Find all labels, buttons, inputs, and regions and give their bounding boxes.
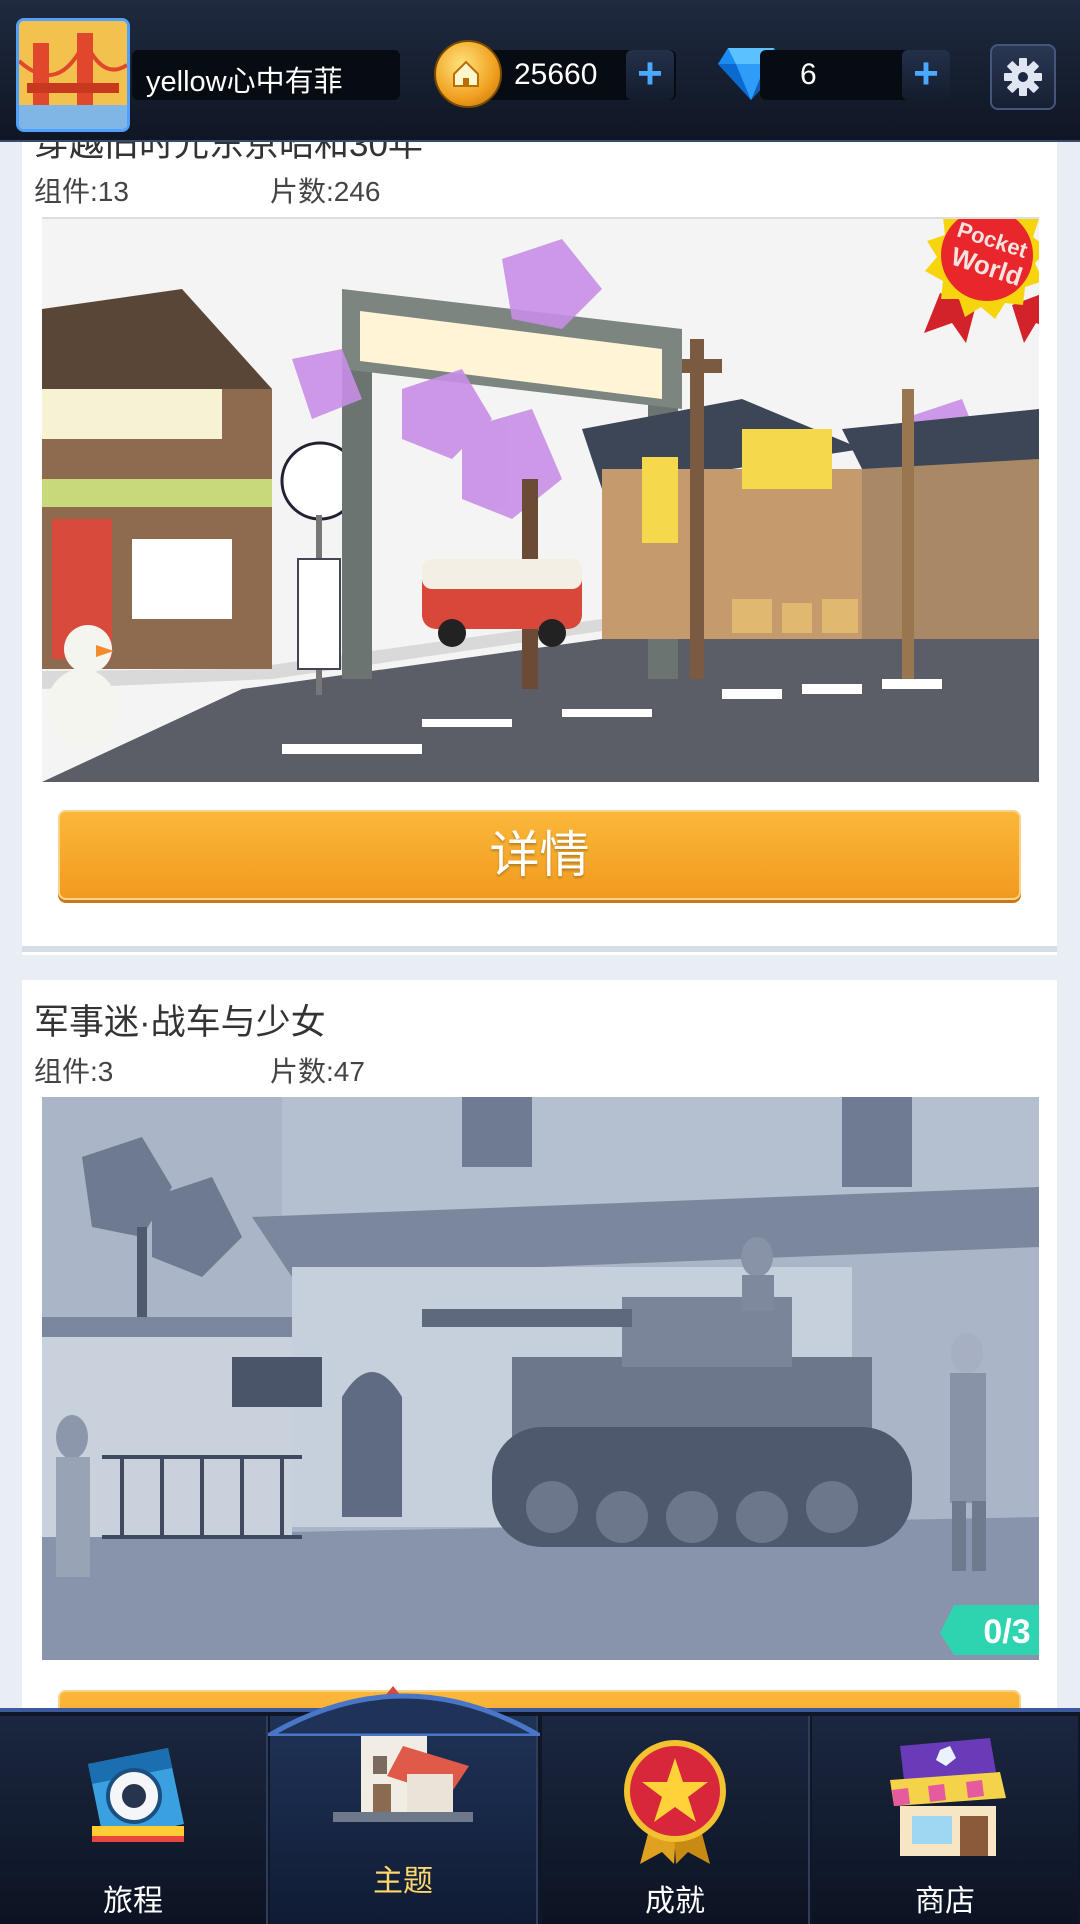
theme-image-tank-girl[interactable]: 0/3: [42, 1097, 1039, 1660]
theme-image-tokyo-street[interactable]: Pocket World: [42, 217, 1039, 782]
pocket-world-badge-icon: Pocket World: [924, 219, 1039, 343]
tab-label: 主题: [373, 1865, 433, 1898]
active-tab-arch: [268, 1693, 540, 1736]
avatar[interactable]: [16, 18, 130, 132]
bridge-icon: [19, 21, 127, 129]
component-count: 组件:3: [34, 1056, 114, 1087]
theme-meta: 组件:13 片数:246: [34, 170, 381, 210]
tab-journey[interactable]: 旅程: [0, 1716, 268, 1924]
coin-icon: [434, 40, 502, 108]
shop-icon: [890, 1738, 1006, 1856]
settings-button[interactable]: [990, 44, 1056, 110]
progress-count: 0/3: [983, 1613, 1031, 1651]
tab-label: 旅程: [103, 1885, 163, 1918]
theme-meta: 组件:3 片数:47: [34, 1050, 365, 1090]
bottom-nav: 旅程 主题 成就 商店: [0, 1686, 1080, 1924]
detail-button[interactable]: 详情: [58, 810, 1021, 900]
theme-title: 军事迷·战车与少女: [34, 1003, 326, 1042]
progress-badge: 0/3: [940, 1605, 1039, 1660]
piece-count: 片数:246: [270, 176, 381, 207]
add-gems-button[interactable]: +: [902, 50, 950, 100]
tab-label: 成就: [645, 1885, 705, 1918]
gem-count: 6: [800, 58, 817, 91]
component-count: 组件:13: [34, 176, 129, 207]
tab-theme[interactable]: 主题: [270, 1686, 538, 1924]
tab-shop[interactable]: 商店: [812, 1716, 1078, 1924]
theme-card-tokyo[interactable]: 穿越旧时光东京昭和30年 组件:13 片数:246 Pocket World 详…: [22, 110, 1057, 955]
add-coins-button[interactable]: +: [626, 50, 674, 100]
gear-icon: [1004, 58, 1042, 96]
theme-card-tank[interactable]: 军事迷·战车与少女 组件:3 片数:47 0/3: [22, 980, 1057, 1780]
tab-label: 商店: [915, 1885, 975, 1918]
top-bar: yellow心中有菲 25660 + 6 +: [0, 0, 1080, 142]
camera-icon: [88, 1748, 184, 1842]
coin-count: 25660: [514, 58, 598, 91]
username-box: yellow心中有菲: [132, 50, 400, 100]
medal-icon: [624, 1740, 726, 1864]
piece-count: 片数:47: [270, 1056, 365, 1087]
card-divider: [22, 946, 1057, 952]
tab-achievements[interactable]: 成就: [542, 1716, 810, 1924]
username: yellow心中有菲: [146, 66, 343, 98]
